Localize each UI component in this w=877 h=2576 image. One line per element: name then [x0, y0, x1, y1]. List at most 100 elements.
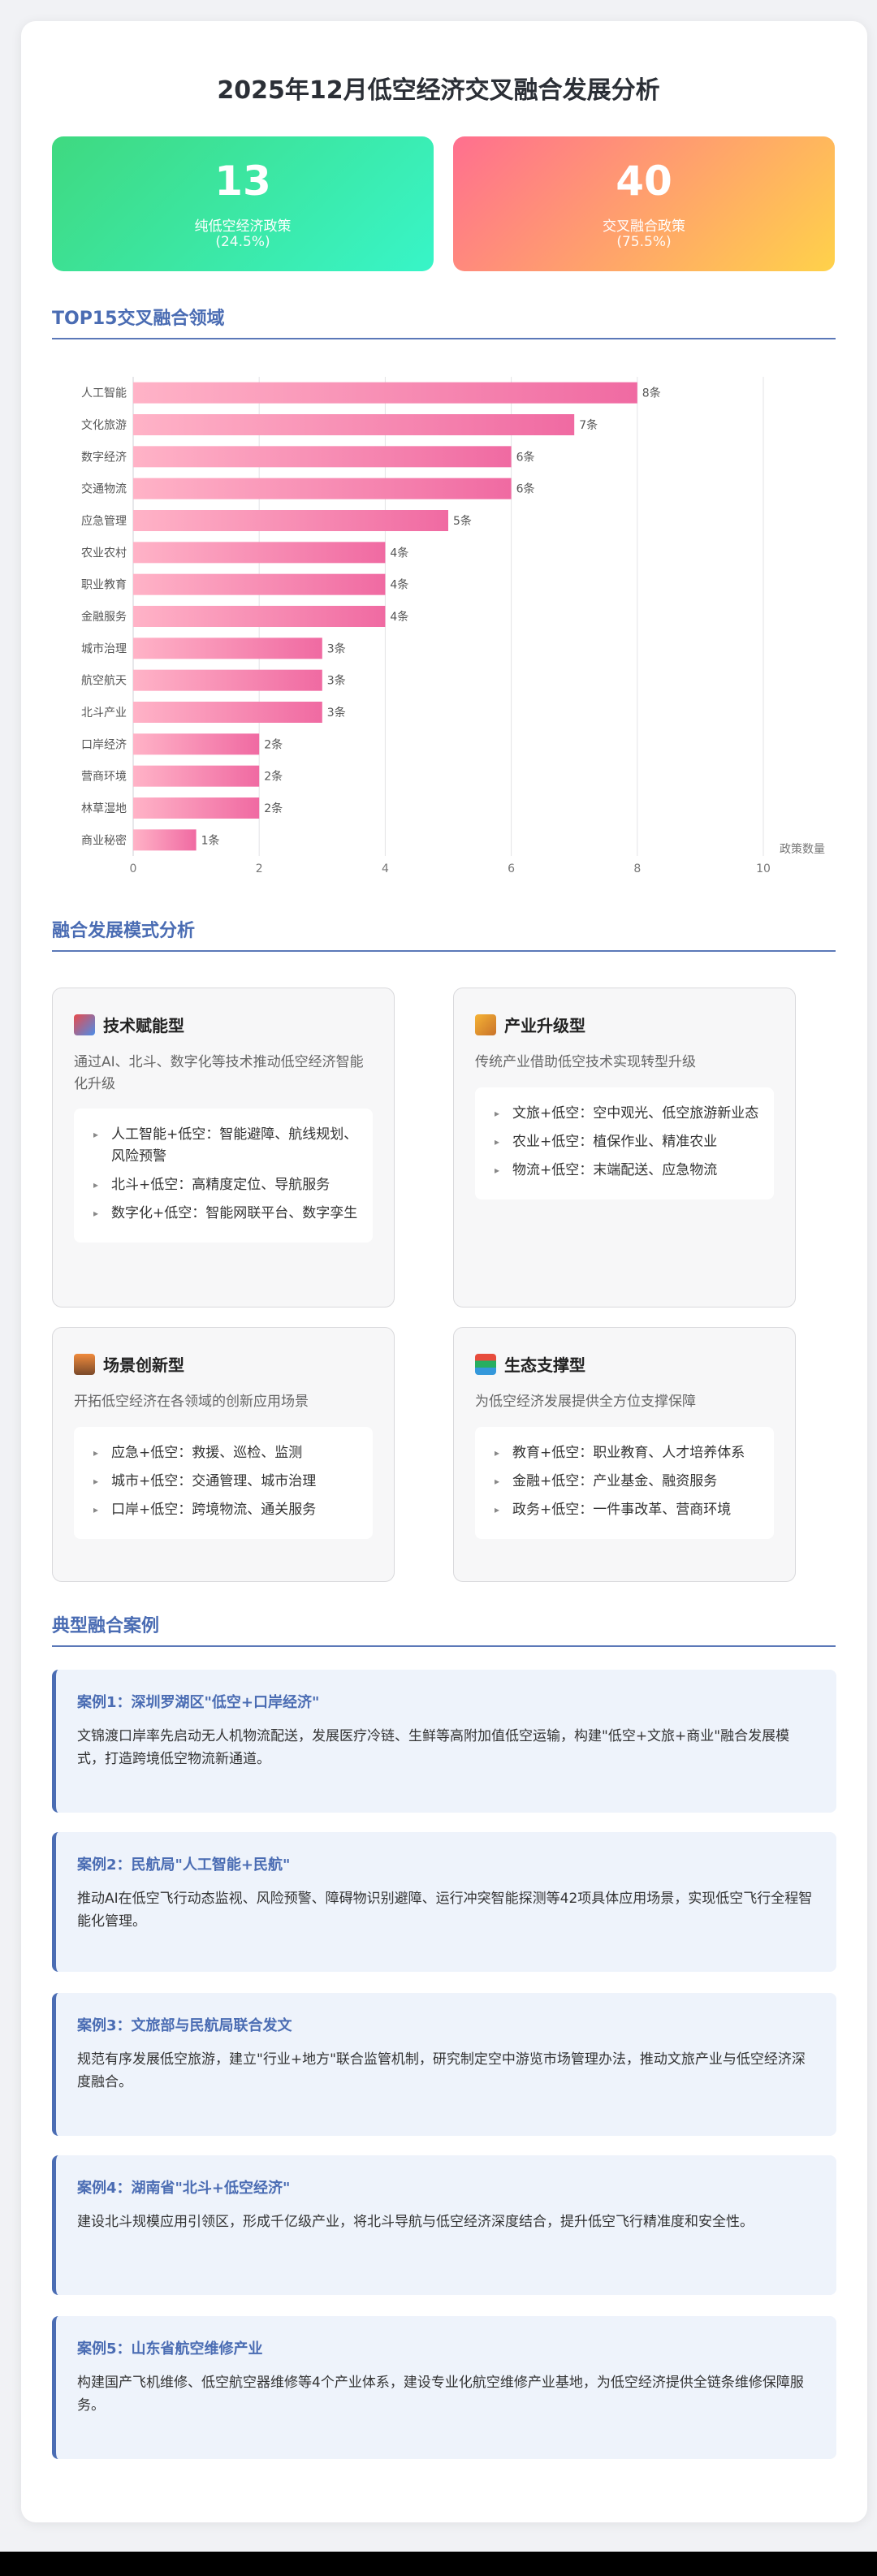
data-label: 3条 [327, 706, 346, 720]
mode-card-tech: 技术赋能型 通过AI、北斗、数字化等技术推动低空经济智能化升级 人工智能+低空：… [52, 988, 395, 1307]
category-label: 数字经济 [81, 451, 127, 464]
x-axis-label: 政策数量 [780, 842, 825, 856]
case-title: 案例4：湖南省"北斗+低空经济" [77, 2180, 291, 2197]
category-label: 应急管理 [81, 514, 127, 528]
category-label: 文化旅游 [81, 419, 127, 432]
bar [133, 478, 512, 499]
stat-label: 纯低空经济政策 [194, 218, 292, 235]
category-label: 口岸经济 [81, 738, 127, 751]
case-text: 规范有序发展低空旅游，建立"行业+地方"联合监管机制，研究制定空中游览市场管理办… [77, 2051, 806, 2090]
bar [133, 702, 322, 723]
x-tick-label: 6 [508, 862, 515, 875]
mode-item: 政务+低空：一件事改革、营商环境 [493, 1499, 759, 1521]
stat-value: 40 [616, 158, 672, 205]
mode-item: 应急+低空：救援、巡检、监测 [92, 1442, 358, 1464]
data-label: 7条 [579, 418, 598, 432]
stat-percent: (75.5%) [616, 234, 672, 250]
mode-desc: 传统产业借助低空技术实现转型升级 [475, 1054, 696, 1070]
category-label: 林草湿地 [81, 802, 127, 815]
data-label: 6条 [516, 450, 535, 464]
mode-title: 生态支撑型 [504, 1355, 585, 1375]
bar [133, 733, 260, 755]
mode-item: 教育+低空：职业教育、人才培养体系 [493, 1442, 759, 1464]
mode-item: 农业+低空：植保作业、精准农业 [493, 1131, 759, 1153]
bar [133, 573, 386, 595]
data-label: 4条 [390, 610, 408, 624]
case-text: 建设北斗规模应用引领区，形成千亿级产业，将北斗导航与低空经济深度结合，提升低空飞… [77, 2214, 754, 2230]
category-label: 金融服务 [81, 611, 127, 624]
data-label: 4条 [390, 578, 408, 592]
category-label: 商业秘密 [81, 833, 127, 847]
x-tick-label: 10 [756, 862, 771, 875]
mode-title: 场景创新型 [103, 1355, 184, 1375]
case-text: 文锦渡口岸率先启动无人机物流配送，发展医疗冷链、生鲜等高附加值低空运输，构建"低… [77, 1728, 790, 1767]
section-title-modes: 融合发展模式分析 [52, 916, 836, 952]
mode-title: 产业升级型 [504, 1016, 585, 1035]
mode-title: 技术赋能型 [103, 1016, 184, 1035]
mode-card-scene: 场景创新型 开拓低空经济在各领域的创新应用场景 应急+低空：救援、巡检、监测 城… [52, 1327, 395, 1582]
data-label: 6条 [516, 482, 535, 496]
case-text: 构建国产飞机维修、低空航空器维修等4个产业体系，建设专业化航空维修产业基地，为低… [77, 2375, 804, 2414]
data-label: 2条 [264, 737, 283, 751]
bar [133, 829, 197, 851]
data-label: 1条 [201, 833, 220, 847]
mode-card-ecosystem: 生态支撑型 为低空经济发展提供全方位支撑保障 教育+低空：职业教育、人才培养体系… [453, 1327, 796, 1582]
x-tick-label: 0 [130, 862, 137, 875]
x-tick-label: 2 [256, 862, 263, 875]
bar [133, 414, 575, 435]
category-label: 城市治理 [81, 642, 127, 655]
mode-item: 口岸+低空：跨境物流、通关服务 [92, 1499, 358, 1521]
mode-item: 数字化+低空：智能网联平台、数字孪生 [92, 1203, 358, 1225]
case-card-2: 案例2：民航局"人工智能+民航" 推动AI在低空飞行动态监视、风险预警、障碍物识… [52, 1832, 836, 1972]
mode-desc: 通过AI、北斗、数字化等技术推动低空经济智能化升级 [74, 1054, 364, 1092]
mode-list-box: 应急+低空：救援、巡检、监测 城市+低空：交通管理、城市治理 口岸+低空：跨境物… [74, 1427, 373, 1539]
case-card-3: 案例3：文旅部与民航局联合发文 规范有序发展低空旅游，建立"行业+地方"联合监管… [52, 1993, 836, 2136]
section-title-cases: 典型融合案例 [52, 1611, 836, 1647]
x-tick-label: 4 [382, 862, 389, 875]
factory-icon [475, 1014, 496, 1035]
category-label: 交通物流 [81, 482, 127, 496]
bar-chart: 0 2 4 6 8 10政策数量人工智能 8条文化旅游 7条数字经济 6条交通物流 6条应急管理 5… [81, 377, 825, 875]
data-label: 5条 [453, 514, 472, 528]
bar [133, 510, 448, 531]
mode-item: 城市+低空：交通管理、城市治理 [92, 1471, 358, 1493]
case-card-4: 案例4：湖南省"北斗+低空经济" 建设北斗规模应用引领区，形成千亿级产业，将北斗… [52, 2155, 836, 2295]
stat-card-cross-policy: 40 交叉融合政策 (75.5%) [453, 136, 835, 271]
category-label: 农业农村 [81, 547, 127, 560]
bar [133, 542, 386, 564]
case-title: 案例3：文旅部与民航局联合发文 [77, 2017, 292, 2034]
data-label: 8条 [642, 387, 661, 400]
stat-percent: (24.5%) [215, 234, 270, 250]
mode-item: 人工智能+低空：智能避障、航线规划、风险预警 [92, 1124, 358, 1168]
stat-value: 13 [214, 158, 271, 205]
mode-item: 物流+低空：末端配送、应急物流 [493, 1160, 759, 1182]
bar [133, 765, 260, 787]
mode-list-box: 教育+低空：职业教育、人才培养体系 金融+低空：产业基金、融资服务 政务+低空：… [475, 1427, 774, 1539]
books-icon [475, 1354, 496, 1375]
case-title: 案例2：民航局"人工智能+民航" [77, 1856, 291, 1874]
mode-item: 北斗+低空：高精度定位、导航服务 [92, 1174, 358, 1196]
data-label: 2条 [264, 802, 283, 815]
category-label: 北斗产业 [81, 707, 127, 720]
page-title: 2025年12月低空经济交叉融合发展分析 [217, 76, 660, 105]
stat-label: 交叉融合政策 [603, 218, 685, 235]
case-card-1: 案例1：深圳罗湖区"低空+口岸经济" 文锦渡口岸率先启动无人机物流配送，发展医疗… [52, 1670, 836, 1813]
mode-list-box: 文旅+低空：空中观光、低空旅游新业态 农业+低空：植保作业、精准农业 物流+低空… [475, 1087, 774, 1199]
data-label: 2条 [264, 770, 283, 784]
data-label: 3条 [327, 642, 346, 655]
category-label: 职业教育 [81, 579, 127, 592]
data-label: 4条 [390, 546, 408, 560]
bar [133, 382, 637, 404]
category-label: 营商环境 [81, 771, 127, 784]
mode-desc: 开拓低空经济在各领域的创新应用场景 [74, 1394, 309, 1410]
data-label: 3条 [327, 674, 346, 688]
bar [133, 638, 322, 659]
case-title: 案例1：深圳罗湖区"低空+口岸经济" [77, 1694, 320, 1711]
category-label: 航空航天 [81, 675, 127, 688]
section-title-top15: TOP15交叉融合领域 [52, 304, 836, 339]
mode-desc: 为低空经济发展提供全方位支撑保障 [475, 1394, 696, 1410]
bar [133, 446, 512, 468]
mode-item: 金融+低空：产业基金、融资服务 [493, 1471, 759, 1493]
case-card-5: 案例5：山东省航空维修产业 构建国产飞机维修、低空航空器维修等4个产业体系，建设… [52, 2316, 836, 2459]
bar [133, 669, 322, 691]
